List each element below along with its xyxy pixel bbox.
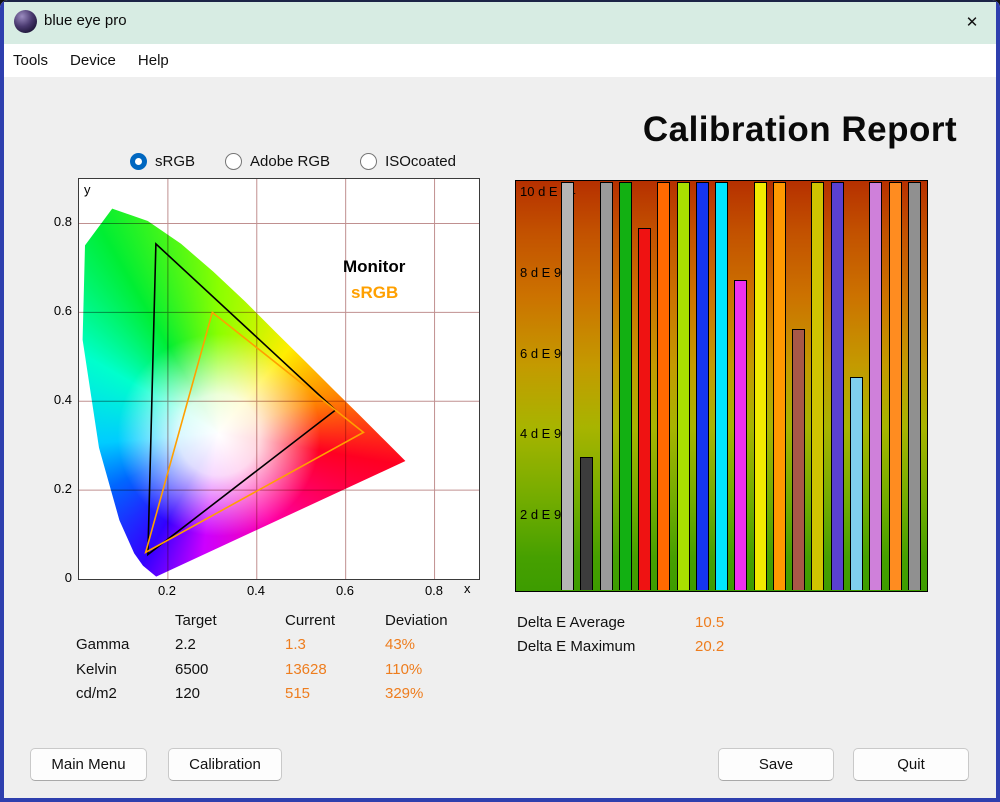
cie-tick-label: 0.2 [157, 583, 177, 598]
menu-item-help[interactable]: Help [127, 48, 180, 73]
delta-e-bar [830, 182, 844, 590]
delta-e-bar [811, 182, 825, 590]
results-row-label: Gamma [76, 636, 130, 654]
profile-option-label: ISOcoated [385, 152, 456, 170]
report-title: Calibration Report [642, 110, 958, 149]
cie-x-axis-label: x [464, 581, 471, 596]
legend-monitor-label: Monitor [343, 257, 406, 276]
delta-maximum-row: Delta E Maximum 20.2 [517, 635, 724, 660]
window-border-bottom [0, 798, 1000, 802]
cie-tick-label: 0.4 [246, 583, 266, 598]
menu-bar: Tools Device Help [0, 44, 1000, 77]
delta-average-row: Delta E Average 10.5 [517, 610, 724, 635]
close-button[interactable]: ✕ [958, 8, 986, 36]
delta-e-bar [676, 182, 690, 590]
profile-option-adobe-rgb[interactable]: Adobe RGB [225, 152, 331, 170]
results-deviation-value: 110% [385, 660, 423, 678]
radio-unselected-icon[interactable] [360, 152, 378, 170]
save-button[interactable]: Save [718, 748, 834, 781]
results-header: Deviation [385, 611, 448, 629]
app-icon [14, 10, 37, 33]
delta-e-bar [753, 182, 767, 590]
cie-diagram: Monitor sRGB y [78, 178, 480, 580]
delta-e-bar [695, 182, 709, 590]
profile-option-isocoated[interactable]: ISOcoated [360, 152, 456, 170]
delta-average-value: 10.5 [695, 613, 725, 631]
quit-button[interactable]: Quit [853, 748, 969, 781]
delta-average-label: Delta E Average [517, 613, 626, 631]
results-row-label: cd/m2 [76, 685, 117, 703]
delta-e-bar [618, 182, 632, 590]
profile-option-label: Adobe RGB [250, 152, 331, 170]
window-border-top [0, 0, 1000, 2]
delta-e-bar [561, 182, 574, 590]
results-row: cd/m2 120 515 329% [76, 682, 485, 707]
window-border-right [996, 0, 1000, 802]
cie-tick-label: 0.6 [53, 303, 72, 318]
delta-e-bars [561, 182, 921, 590]
cie-tick-label: 0 [64, 570, 72, 585]
profile-option-srgb[interactable]: sRGB [130, 152, 196, 170]
results-header: Current [285, 611, 336, 629]
menu-item-tools[interactable]: Tools [2, 48, 59, 73]
results-deviation-value: 43% [385, 636, 416, 654]
results-current-value: 1.3 [285, 636, 306, 654]
monitor-gamut-triangle [147, 242, 337, 557]
delta-summary: Delta E Average 10.5 Delta E Maximum 20.… [517, 610, 724, 659]
menu-item-device[interactable]: Device [59, 48, 127, 73]
delta-e-bar [715, 182, 729, 590]
window-title: blue eye pro [44, 12, 127, 29]
window-border-left [0, 0, 4, 802]
main-menu-button[interactable]: Main Menu [30, 748, 147, 781]
radio-unselected-icon[interactable] [225, 152, 243, 170]
delta-e-bar [849, 376, 863, 590]
delta-e-bar [907, 182, 921, 590]
cie-tick-label: 0.8 [424, 583, 444, 598]
delta-e-bar [599, 182, 613, 590]
cie-tick-label: 0.2 [53, 481, 72, 496]
cie-tick-label: 0.8 [53, 214, 72, 229]
results-row-label: Kelvin [76, 660, 117, 678]
results-deviation-value: 329% [385, 685, 424, 703]
results-target-value: 2.2 [175, 636, 196, 654]
delta-e-bar [888, 182, 902, 590]
delta-e-bar [869, 182, 883, 590]
results-table: Target Current Deviation Gamma 2.2 1.3 43% Kelv… [76, 608, 485, 706]
results-current-value: 13628 [285, 660, 327, 678]
title-bar: blue eye pro ✕ [0, 0, 1000, 44]
results-current-value: 515 [285, 685, 311, 703]
delta-e-bar [734, 280, 748, 590]
results-header-row: Target Current Deviation [76, 608, 485, 633]
cie-tick-label: 0.4 [53, 392, 72, 407]
results-header: Target [175, 611, 217, 629]
delta-e-bar [792, 328, 806, 590]
results-row: Kelvin 6500 13628 110% [76, 657, 485, 682]
delta-e-bar [638, 228, 652, 590]
delta-e-chart: 10 d E 94 8 d E 94 6 d E 94 4 d E 94 2 d E 9… [515, 180, 928, 592]
results-row: Gamma 2.2 1.3 43% [76, 633, 485, 658]
cie-y-axis-label: y [84, 182, 91, 197]
profile-option-label: sRGB [155, 152, 196, 170]
client-area: Calibration Report sRGB Adobe RGB ISOcoate… [0, 77, 1000, 802]
app-window: blue eye pro ✕ Tools Device Help Calibrati… [0, 0, 1000, 802]
profile-radio-group: sRGB Adobe RGB ISOcoated [130, 150, 456, 172]
delta-e-bar [772, 182, 786, 590]
delta-maximum-label: Delta E Maximum [517, 638, 636, 656]
radio-selected-icon[interactable] [130, 152, 147, 170]
cie-tick-label: 0.6 [335, 583, 355, 598]
delta-e-bar [580, 457, 594, 590]
srgb-gamut-triangle [144, 310, 365, 554]
delta-maximum-value: 20.2 [695, 638, 725, 656]
legend-srgb-label: sRGB [351, 283, 399, 302]
delta-e-bar [657, 182, 671, 590]
results-target-value: 120 [175, 685, 201, 703]
calibration-button[interactable]: Calibration [168, 748, 282, 781]
results-target-value: 6500 [175, 660, 209, 678]
cie-overlay [79, 179, 479, 579]
